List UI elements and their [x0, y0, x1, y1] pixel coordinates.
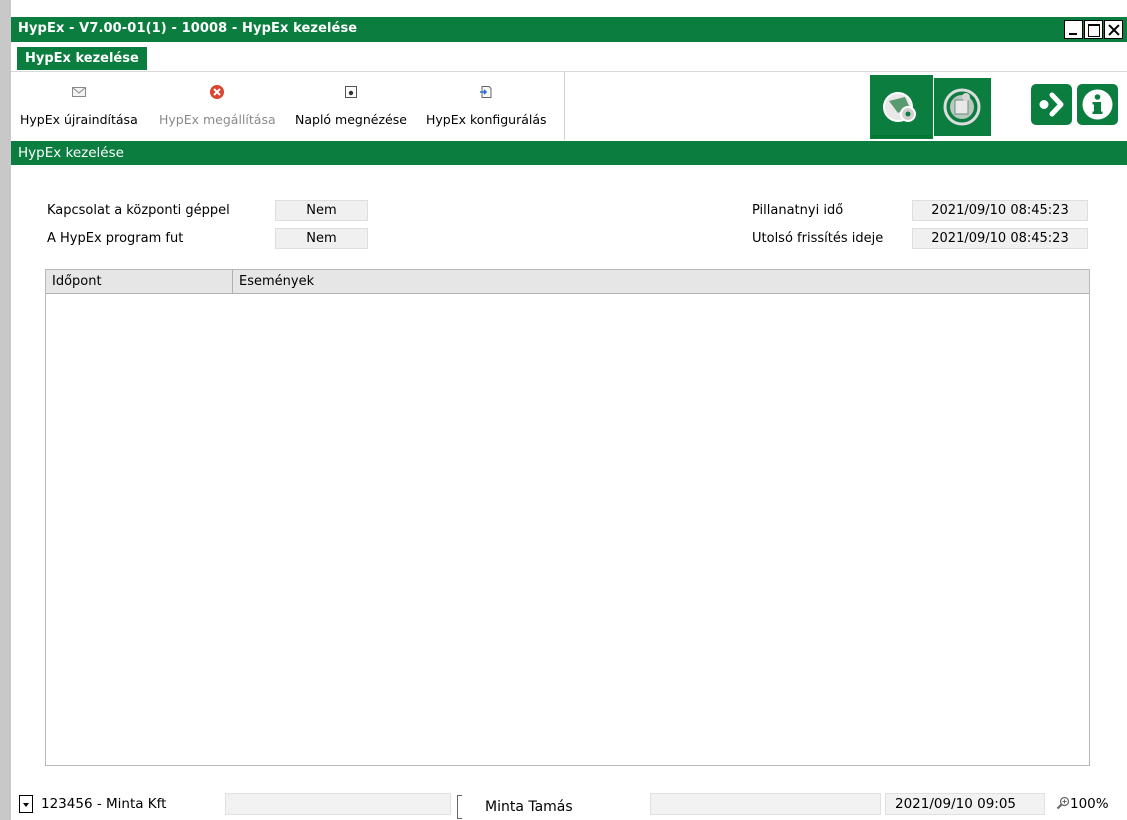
exit-button[interactable] [1031, 84, 1072, 125]
status-bar: 123456 - Minta Kft Minta Tamás 2021/09/1… [11, 790, 1127, 820]
column-header-events[interactable]: Események [233, 270, 1089, 293]
column-header-time[interactable]: Időpont [46, 270, 233, 293]
user-name: Minta Tamás [485, 799, 573, 815]
last-refresh-value: 2021/09/10 08:45:23 [912, 228, 1088, 249]
events-table-header: Időpont Események [46, 270, 1089, 294]
restart-hypex-label: HypEx újraindítása [20, 112, 138, 127]
tab-bar: HypEx kezelése [11, 42, 1127, 72]
toolbar: HypEx újraindítása HypEx megállítása Nap… [11, 72, 1127, 140]
window-controls [1064, 20, 1123, 39]
configure-hypex-button[interactable]: HypEx konfigurálás [426, 84, 547, 127]
user-field: Minta Tamás [469, 796, 649, 818]
view-log-button[interactable]: Napló megnézése [295, 84, 407, 127]
view-log-label: Napló megnézése [295, 112, 407, 127]
current-time-value: 2021/09/10 08:45:23 [912, 200, 1088, 221]
company-filler [225, 793, 451, 815]
configure-hypex-label: HypEx konfigurálás [426, 112, 547, 127]
config-icon [480, 86, 492, 98]
datetime-field: 2021/09/10 09:05 [885, 793, 1045, 815]
current-time-label: Pillanatnyi idő [752, 203, 844, 218]
minimize-button[interactable] [1064, 20, 1083, 39]
window-top-margin [0, 0, 1127, 10]
zoom-icon [1056, 796, 1070, 810]
window-title: HypEx - V7.00-01(1) - 10008 - HypEx keze… [18, 21, 358, 36]
envelope-icon [71, 87, 86, 97]
events-table[interactable]: Időpont Események [45, 269, 1090, 766]
running-value: Nem [275, 228, 368, 249]
connection-label: Kapcsolat a központi géppel [47, 203, 230, 218]
window-left-border [0, 0, 11, 820]
stop-hypex-button[interactable]: HypEx megállítása [159, 84, 276, 127]
settings-module-icon [883, 92, 916, 122]
info-button[interactable] [1077, 84, 1118, 125]
toolbar-separator [564, 72, 565, 140]
running-label: A HypEx program fut [47, 231, 184, 246]
company-dropdown-toggle[interactable] [19, 795, 33, 813]
stop-icon [210, 85, 225, 99]
company-text: 123456 - Minta Kft [41, 796, 167, 812]
zoom-control[interactable]: 100% [1049, 793, 1124, 815]
status-datetime: 2021/09/10 09:05 [895, 796, 1017, 812]
info-icon [1082, 89, 1113, 120]
user-field-edge [457, 795, 462, 819]
zoom-level: 100% [1070, 796, 1109, 812]
maximize-button[interactable] [1084, 20, 1103, 39]
section-header: HypEx kezelése [11, 141, 1127, 165]
tab-hypex-kezelese[interactable]: HypEx kezelése [17, 47, 147, 70]
refresh-module-icon [943, 88, 981, 126]
document-view-icon [344, 86, 357, 98]
stop-hypex-label: HypEx megállítása [159, 112, 276, 127]
status-filler [650, 793, 881, 815]
last-refresh-label: Utolsó frissítés ideje [752, 231, 884, 246]
title-bar: HypEx - V7.00-01(1) - 10008 - HypEx keze… [11, 17, 1127, 42]
settings-module-button[interactable] [870, 75, 933, 139]
exit-icon [1039, 92, 1064, 117]
refresh-module-button[interactable] [934, 78, 991, 136]
connection-value: Nem [275, 200, 368, 221]
close-button[interactable] [1104, 20, 1123, 39]
restart-hypex-button[interactable]: HypEx újraindítása [20, 84, 138, 127]
